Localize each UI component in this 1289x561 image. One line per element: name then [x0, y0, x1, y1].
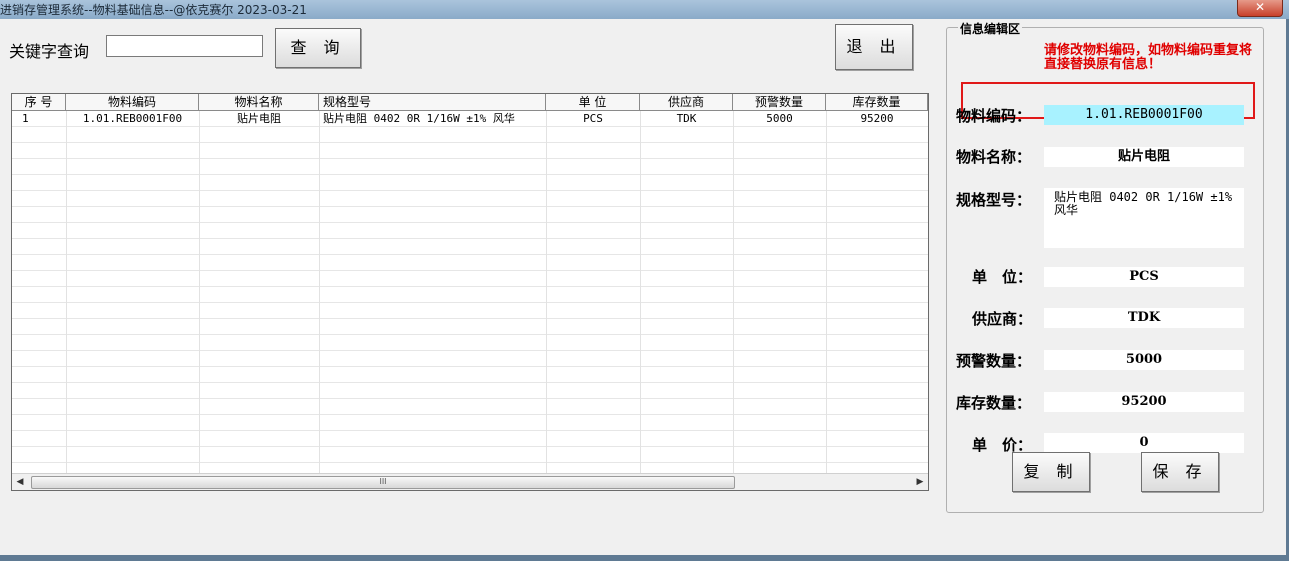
title-bar: 进销存管理系统--物料基础信息--@依克赛尔 2023-03-21 ✕ — [0, 0, 1289, 19]
column-header-code[interactable]: 物料编码 — [66, 94, 199, 110]
edit-panel-legend: 信息编辑区 — [958, 20, 1023, 37]
spec-label: 规格型号： — [956, 191, 1032, 209]
column-header-spec[interactable]: 规格型号 — [319, 94, 546, 110]
code-label: 物料编码： — [956, 107, 1032, 125]
code-field[interactable]: 1.01.REB0001F00 — [1044, 105, 1244, 125]
scroll-left-icon[interactable]: ◀ — [12, 474, 28, 490]
table-row[interactable]: 1 1.01.REB0001F00 贴片电阻 贴片电阻 0402 0R 1/16… — [12, 111, 928, 127]
name-field[interactable]: 贴片电阻 — [1044, 147, 1244, 167]
copy-button[interactable]: 复 制 — [1012, 452, 1090, 492]
supplier-label: 供应商： — [972, 310, 1033, 328]
cell-warn-qty: 5000 — [766, 112, 793, 125]
window-title: 进销存管理系统--物料基础信息--@依克赛尔 2023-03-21 — [0, 3, 307, 17]
cell-stock-qty: 95200 — [860, 112, 894, 125]
horizontal-scrollbar[interactable]: ◀ III ▶ — [12, 473, 928, 490]
warning-message: 请修改物料编码，如物料编码重复将直接替换原有信息！ — [1044, 43, 1253, 72]
supplier-field[interactable]: TDK — [1044, 308, 1244, 328]
keyword-input[interactable] — [106, 35, 263, 57]
window-frame-bottom — [0, 555, 1289, 561]
material-table[interactable]: 序 号 物料编码 物料名称 规格型号 单 位 供应商 预警数量 库存数量 1 1… — [11, 93, 929, 491]
column-header-stock-qty[interactable]: 库存数量 — [826, 94, 928, 110]
table-body: 1 1.01.REB0001F00 贴片电阻 贴片电阻 0402 0R 1/16… — [12, 111, 928, 474]
column-header-index[interactable]: 序 号 — [12, 94, 66, 110]
cell-code: 1.01.REB0001F00 — [82, 112, 183, 125]
close-button[interactable]: ✕ — [1237, 0, 1283, 17]
save-button[interactable]: 保 存 — [1141, 452, 1219, 492]
unit-label: 单 位： — [972, 268, 1033, 286]
stock-qty-field[interactable]: 95200 — [1044, 392, 1244, 412]
warn-qty-field[interactable]: 5000 — [1044, 350, 1244, 370]
cell-supplier: TDK — [676, 112, 697, 125]
name-label: 物料名称： — [956, 148, 1032, 166]
exit-button[interactable]: 退 出 — [835, 24, 913, 70]
column-header-unit[interactable]: 单 位 — [546, 94, 640, 110]
keyword-label: 关键字查询 — [9, 42, 90, 61]
cell-index: 1 — [22, 112, 29, 125]
warn-qty-label: 预警数量： — [956, 352, 1032, 370]
cell-name: 贴片电阻 — [237, 112, 281, 125]
column-header-name[interactable]: 物料名称 — [199, 94, 319, 110]
column-header-supplier[interactable]: 供应商 — [640, 94, 733, 110]
column-gridlines — [12, 111, 928, 474]
close-icon: ✕ — [1254, 0, 1266, 14]
query-button[interactable]: 查 询 — [275, 28, 361, 68]
cell-spec: 贴片电阻 0402 0R 1/16W ±1% 风华 — [323, 112, 515, 125]
scroll-right-icon[interactable]: ▶ — [912, 474, 928, 490]
table-header: 序 号 物料编码 物料名称 规格型号 单 位 供应商 预警数量 库存数量 — [12, 94, 928, 111]
price-field[interactable]: 0 — [1044, 433, 1244, 453]
column-header-warn-qty[interactable]: 预警数量 — [733, 94, 826, 110]
scroll-thumb[interactable]: III — [31, 476, 735, 489]
spec-field[interactable]: 贴片电阻 0402 0R 1/16W ±1% 风华 — [1044, 188, 1244, 248]
stock-qty-label: 库存数量： — [956, 394, 1032, 412]
unit-field[interactable]: PCS — [1044, 267, 1244, 287]
cell-unit: PCS — [583, 112, 603, 125]
